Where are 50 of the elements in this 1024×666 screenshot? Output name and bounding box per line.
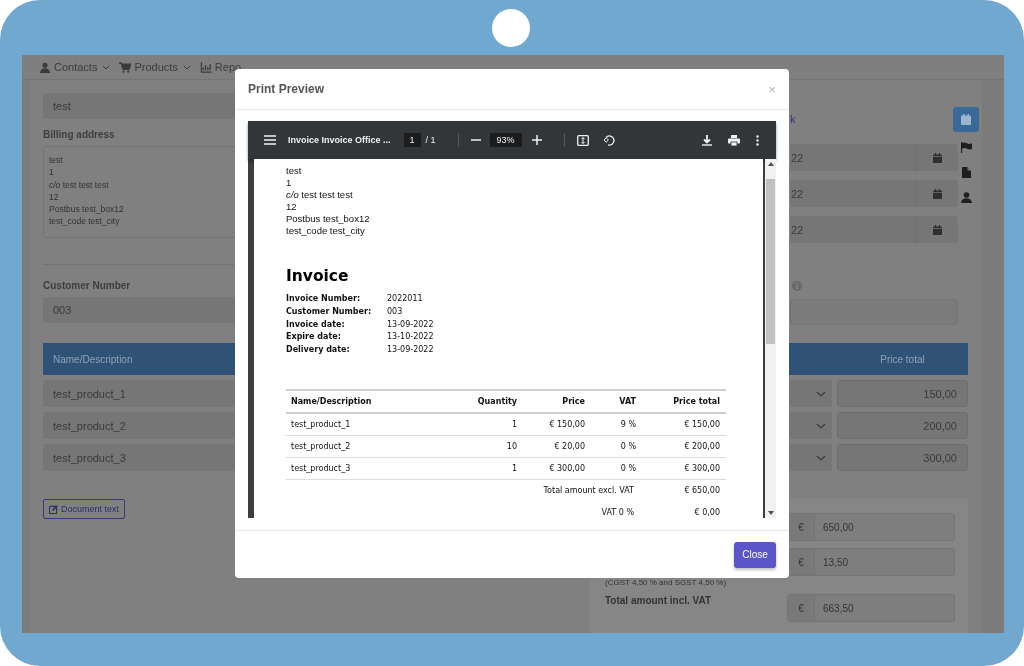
table-cell: 1 <box>426 457 520 480</box>
table-cell: € 150,00 <box>520 413 588 436</box>
total-value: € 650,00 <box>684 486 720 496</box>
detail-label: Delivery date: <box>286 344 351 357</box>
address-line: c/o test test test <box>286 189 354 201</box>
column-header: Name/Description <box>53 353 133 365</box>
table-cell: 10 <box>426 435 520 458</box>
address-line: 1 <box>286 177 293 189</box>
column-header: Price total <box>637 390 726 413</box>
dialog-title: Print Preview <box>248 82 325 96</box>
document-title: Invoice Invoice Office ... <box>288 135 391 145</box>
address-line: Postbus test_box12 <box>286 213 371 225</box>
table-cell: test_product_1 <box>286 413 426 436</box>
column-header: Quantity <box>426 390 520 413</box>
vat-note: (CGST 4,50 % and SGST 4,50 %) <box>605 578 728 587</box>
table-cell: 0 % <box>588 457 637 480</box>
detail-value: 13-10-2022 <box>387 331 434 344</box>
table-cell: 1 <box>426 413 520 436</box>
table-cell: test_product_3 <box>286 457 426 480</box>
address-line: test <box>286 165 303 177</box>
detail-label: Invoice Number: <box>286 293 362 305</box>
detail-value: 2022011 <box>387 293 424 305</box>
address-line: 12 <box>286 201 298 213</box>
total-label: VAT 0 % <box>601 508 634 518</box>
detail-value: 13-09-2022 <box>387 318 434 331</box>
document-heading: Invoice <box>286 267 350 285</box>
page-count: / 1 <box>425 135 436 145</box>
table-cell: € 300,00 <box>637 457 726 480</box>
column-header: Price total <box>879 353 926 365</box>
table-cell: € 20,00 <box>520 435 588 458</box>
detail-value: 13-09-2022 <box>387 344 434 357</box>
total-label: Total amount excl. VAT <box>543 486 634 496</box>
table-cell: test_product_2 <box>286 435 426 458</box>
field-label: Billing address <box>43 129 115 140</box>
table-cell: 9 % <box>588 413 637 436</box>
column-header: Name/Description <box>286 390 426 413</box>
detail-label: Invoice date: <box>286 318 346 331</box>
detail-value: 003 <box>387 305 404 318</box>
address-line: test_code test_city <box>286 225 366 237</box>
total-label: Total amount incl. VAT <box>605 595 712 606</box>
table-cell: 0 % <box>588 435 637 458</box>
field-label: Customer Number <box>43 280 131 291</box>
table-cell: € 150,00 <box>637 413 726 436</box>
detail-label: Customer Number: <box>286 305 373 318</box>
detail-label: Expire date: <box>286 331 342 344</box>
column-header: VAT <box>588 390 637 413</box>
column-header: Price <box>520 390 588 413</box>
table-cell: € 300,00 <box>520 457 588 480</box>
table-cell: € 200,00 <box>637 435 726 458</box>
total-value: € 0,00 <box>694 508 720 518</box>
